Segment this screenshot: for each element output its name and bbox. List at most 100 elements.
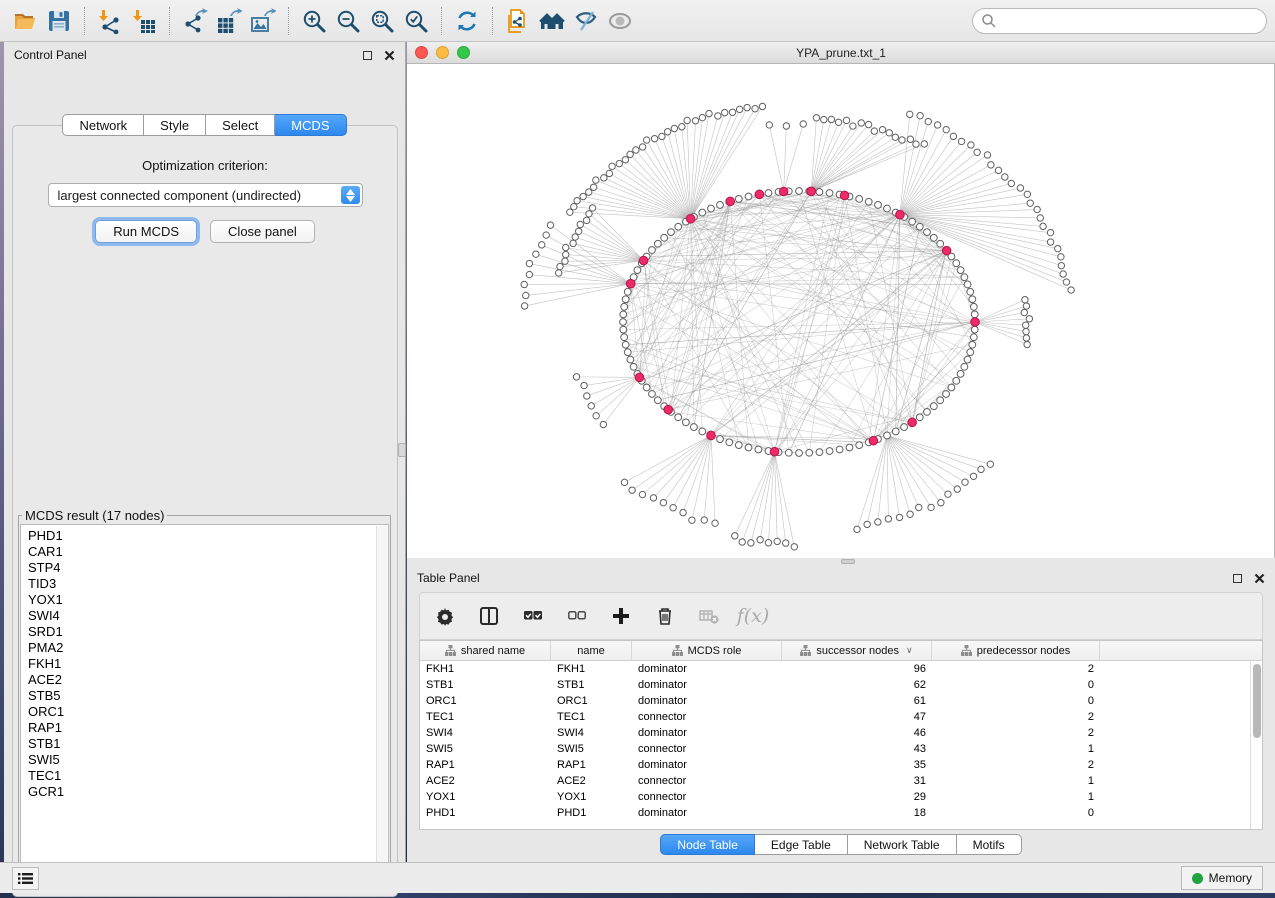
cell-name[interactable]: YOX1 <box>551 789 632 805</box>
result-node-item[interactable]: TEC1 <box>28 768 388 784</box>
cell-shared_name[interactable]: ACE2 <box>420 773 551 789</box>
cell-name[interactable]: RAP1 <box>551 757 632 773</box>
import-table-icon[interactable] <box>127 5 161 37</box>
cell-role[interactable]: dominator <box>632 677 782 693</box>
run-mcds-button[interactable]: Run MCDS <box>95 220 197 243</box>
window-close-icon[interactable] <box>415 46 428 59</box>
cell-role[interactable]: connector <box>632 773 782 789</box>
tab-style[interactable]: Style <box>144 114 206 136</box>
cell-role[interactable]: dominator <box>632 725 782 741</box>
export-network-icon[interactable] <box>178 5 212 37</box>
table-row[interactable]: STB1STB1dominator620 <box>420 677 1262 693</box>
cell-predecessors[interactable]: 2 <box>932 725 1100 741</box>
result-node-item[interactable]: PHD1 <box>28 528 388 544</box>
cell-role[interactable]: dominator <box>632 805 782 821</box>
vertical-splitter-handle[interactable] <box>398 443 406 457</box>
column-layout-icon[interactable] <box>478 605 500 627</box>
cell-predecessors[interactable]: 1 <box>932 741 1100 757</box>
export-image-icon[interactable] <box>246 5 280 37</box>
result-node-item[interactable]: STP4 <box>28 560 388 576</box>
tab-edge-table[interactable]: Edge Table <box>755 834 848 855</box>
table-row[interactable]: YOX1YOX1connector291 <box>420 789 1262 805</box>
result-node-item[interactable]: SRD1 <box>28 624 388 640</box>
cell-shared_name[interactable]: TEC1 <box>420 709 551 725</box>
cell-shared_name[interactable]: SWI4 <box>420 725 551 741</box>
close-panel-icon[interactable] <box>384 50 395 61</box>
task-history-button[interactable] <box>12 867 39 890</box>
cell-shared_name[interactable]: RAP1 <box>420 757 551 773</box>
cell-successors[interactable]: 61 <box>782 693 932 709</box>
optimization-criterion-select[interactable]: largest connected component (undirected) <box>48 183 363 207</box>
result-node-item[interactable]: SWI5 <box>28 752 388 768</box>
cell-predecessors[interactable]: 1 <box>932 789 1100 805</box>
search-input[interactable] <box>972 8 1267 34</box>
result-node-item[interactable]: PMA2 <box>28 640 388 656</box>
result-node-item[interactable]: STB5 <box>28 688 388 704</box>
column-header-successor-nodes[interactable]: successor nodes∨ <box>782 641 932 660</box>
cell-successors[interactable]: 47 <box>782 709 932 725</box>
add-column-icon[interactable] <box>610 605 632 627</box>
cell-name[interactable]: PHD1 <box>551 805 632 821</box>
import-network-icon[interactable] <box>93 5 127 37</box>
close-panel-button[interactable]: Close panel <box>210 220 315 243</box>
table-scrollbar-thumb[interactable] <box>1253 664 1261 738</box>
table-row[interactable]: ORC1ORC1dominator610 <box>420 693 1262 709</box>
window-minimize-icon[interactable] <box>436 46 449 59</box>
zoom-in-icon[interactable] <box>297 5 331 37</box>
save-session-icon[interactable] <box>42 5 76 37</box>
cell-name[interactable]: FKH1 <box>551 661 632 677</box>
cell-role[interactable]: dominator <box>632 757 782 773</box>
result-node-item[interactable]: ORC1 <box>28 704 388 720</box>
cell-name[interactable]: SWI5 <box>551 741 632 757</box>
cell-predecessors[interactable]: 2 <box>932 757 1100 773</box>
cell-successors[interactable]: 96 <box>782 661 932 677</box>
tab-network-table[interactable]: Network Table <box>848 834 957 855</box>
cell-shared_name[interactable]: SWI5 <box>420 741 551 757</box>
cell-successors[interactable]: 43 <box>782 741 932 757</box>
network-canvas[interactable] <box>407 64 1275 564</box>
table-scrollbar[interactable] <box>1250 662 1262 830</box>
mcds-result-list[interactable]: PHD1CAR1STP4TID3YOX1SWI4SRD1PMA2FKH1ACE2… <box>20 524 389 879</box>
cell-successors[interactable]: 46 <box>782 725 932 741</box>
cell-role[interactable]: connector <box>632 789 782 805</box>
open-file-icon[interactable] <box>8 5 42 37</box>
tab-mcds[interactable]: MCDS <box>275 114 346 136</box>
tab-node-table[interactable]: Node Table <box>660 834 755 855</box>
cell-role[interactable]: connector <box>632 709 782 725</box>
table-row[interactable]: SWI4SWI4dominator462 <box>420 725 1262 741</box>
close-panel-icon[interactable] <box>1254 573 1265 584</box>
result-node-item[interactable]: YOX1 <box>28 592 388 608</box>
tab-select[interactable]: Select <box>206 114 275 136</box>
float-panel-icon[interactable] <box>1233 574 1242 583</box>
cell-shared_name[interactable]: FKH1 <box>420 661 551 677</box>
tab-motifs[interactable]: Motifs <box>957 834 1022 855</box>
result-node-item[interactable]: SWI4 <box>28 608 388 624</box>
cell-name[interactable]: TEC1 <box>551 709 632 725</box>
cell-predecessors[interactable]: 1 <box>932 773 1100 789</box>
cell-shared_name[interactable]: YOX1 <box>420 789 551 805</box>
column-header-name[interactable]: name <box>551 641 632 660</box>
deselect-all-icon[interactable] <box>566 605 588 627</box>
table-row[interactable]: FKH1FKH1dominator962 <box>420 661 1262 677</box>
table-row[interactable]: TEC1TEC1connector472 <box>420 709 1262 725</box>
cell-role[interactable]: dominator <box>632 693 782 709</box>
cell-predecessors[interactable]: 0 <box>932 693 1100 709</box>
cell-name[interactable]: STB1 <box>551 677 632 693</box>
table-row[interactable]: ACE2ACE2connector311 <box>420 773 1262 789</box>
cell-shared_name[interactable]: ORC1 <box>420 693 551 709</box>
cell-name[interactable]: ORC1 <box>551 693 632 709</box>
cell-shared_name[interactable]: STB1 <box>420 677 551 693</box>
cell-name[interactable]: ACE2 <box>551 773 632 789</box>
result-node-item[interactable]: FKH1 <box>28 656 388 672</box>
result-node-item[interactable]: TID3 <box>28 576 388 592</box>
cell-name[interactable]: SWI4 <box>551 725 632 741</box>
window-maximize-icon[interactable] <box>457 46 470 59</box>
zoom-selected-icon[interactable] <box>399 5 433 37</box>
cell-successors[interactable]: 18 <box>782 805 932 821</box>
export-table-icon[interactable] <box>212 5 246 37</box>
birds-eye-view-icon[interactable] <box>603 5 637 37</box>
column-header-predecessor-nodes[interactable]: predecessor nodes <box>932 641 1100 660</box>
cell-shared_name[interactable]: PHD1 <box>420 805 551 821</box>
column-header-MCDS-role[interactable]: MCDS role <box>632 641 782 660</box>
zoom-out-icon[interactable] <box>331 5 365 37</box>
